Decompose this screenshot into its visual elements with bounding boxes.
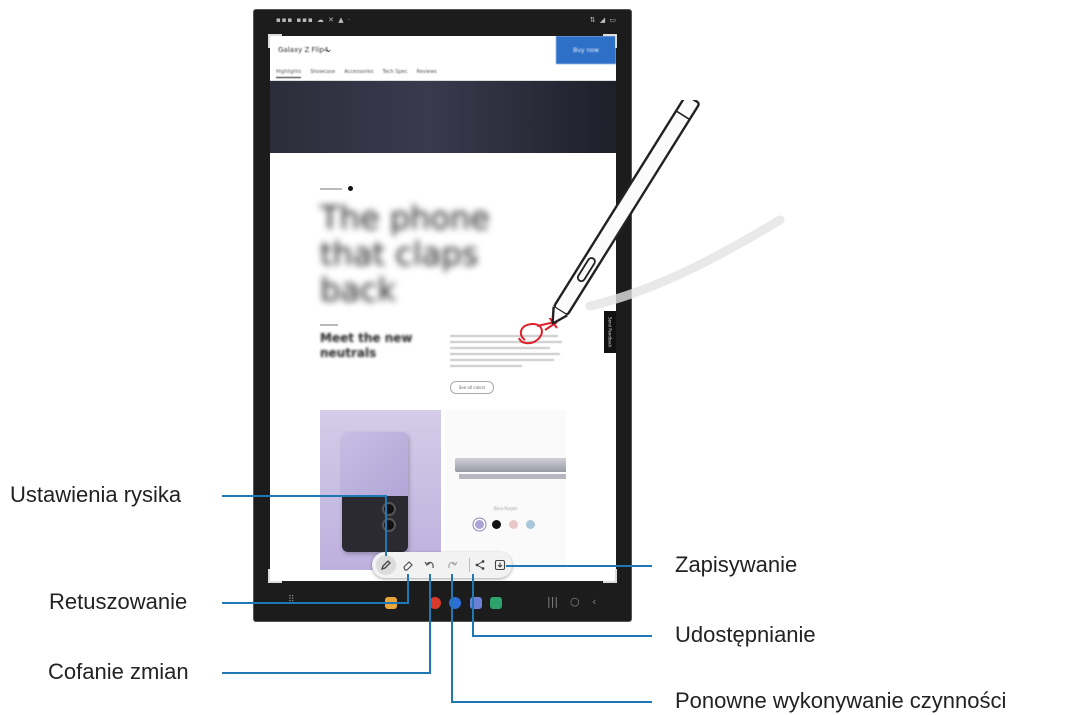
- callout-redo: Ponowne wykonywanie czynności: [675, 688, 1007, 713]
- callout-share: Udostępnianie: [675, 622, 816, 647]
- callout-eraser: Retuszowanie: [49, 589, 188, 614]
- callout-save: Zapisywanie: [675, 552, 798, 577]
- callout-undo: Cofanie zmian: [48, 659, 189, 684]
- callout-pen-settings: Ustawienia rysika: [10, 482, 182, 507]
